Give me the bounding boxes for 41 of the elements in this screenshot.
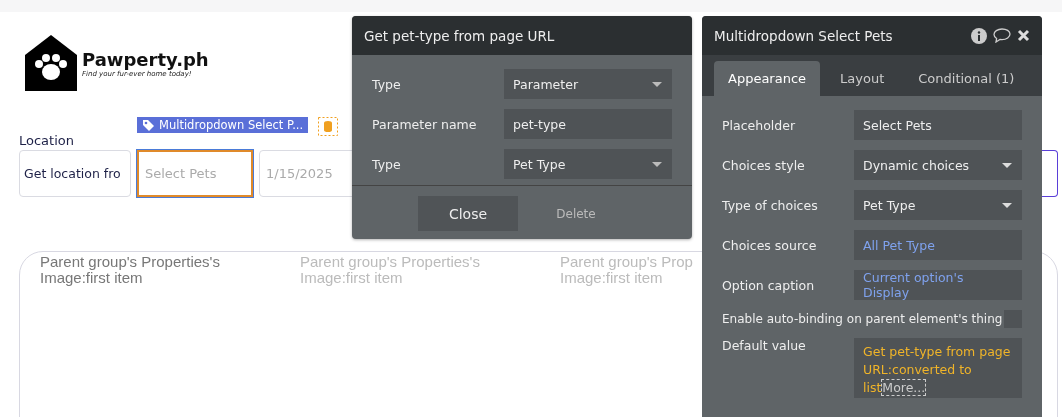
close-icon[interactable] [1017,29,1030,42]
more-link[interactable]: More... [881,379,927,396]
cell-text: Parent group's Properties's Image:first item [40,254,221,288]
close-button[interactable]: Close [418,196,518,231]
house-paw-logo-icon [25,35,77,91]
popup-title: Get pet-type from page URL [364,27,555,44]
database-icon [318,117,338,136]
property-label: Enable auto-binding on parent element's thing [722,312,1003,326]
field-label: Location [19,133,75,148]
property-field[interactable]: pet-type [504,109,672,139]
property-field[interactable]: Pet Type [504,149,672,179]
property-field[interactable]: Pet Type [854,190,1022,220]
input-field[interactable]: Get location fro [19,150,131,197]
caret-icon [652,81,662,87]
property-label: Choices source [722,237,817,253]
property-label: Parameter name [372,116,477,132]
property-label: Placeholder [722,117,796,133]
panel-tab[interactable]: Layout [826,61,899,96]
brand-name: Pawperty.ph [82,48,209,70]
element-name-tag: Multidropdown Select P... [137,117,309,133]
property-label: Type [372,76,401,92]
property-label: Type of choices [722,197,818,213]
property-field[interactable]: Dynamic choices [854,150,1022,180]
caret-icon [1002,162,1012,168]
panel-title: Multidropdown Select Pets [714,27,893,44]
property-label: Option caption [722,277,815,293]
panel-tab[interactable]: Appearance [714,61,821,96]
property-field[interactable]: Parameter [504,69,672,99]
tag-icon [142,118,155,132]
property-label: Choices style [722,157,805,173]
cell-text: Parent group's Properties's Image:first item [300,254,481,288]
caret-icon [652,161,662,167]
info-icon[interactable] [971,27,987,44]
caret-icon [1002,202,1012,208]
panel-tab[interactable]: Conditional (1) [904,61,1029,96]
property-label: Type [372,156,401,172]
comment-icon[interactable] [993,28,1011,43]
expression-field[interactable]: Get pet-type from page URL:converted to listMore... [854,338,1022,398]
property-field[interactable]: Select Pets [854,110,1022,140]
cell-text: Parent group's Prop Image:first item [560,254,694,288]
property-label: Default value [722,338,806,353]
